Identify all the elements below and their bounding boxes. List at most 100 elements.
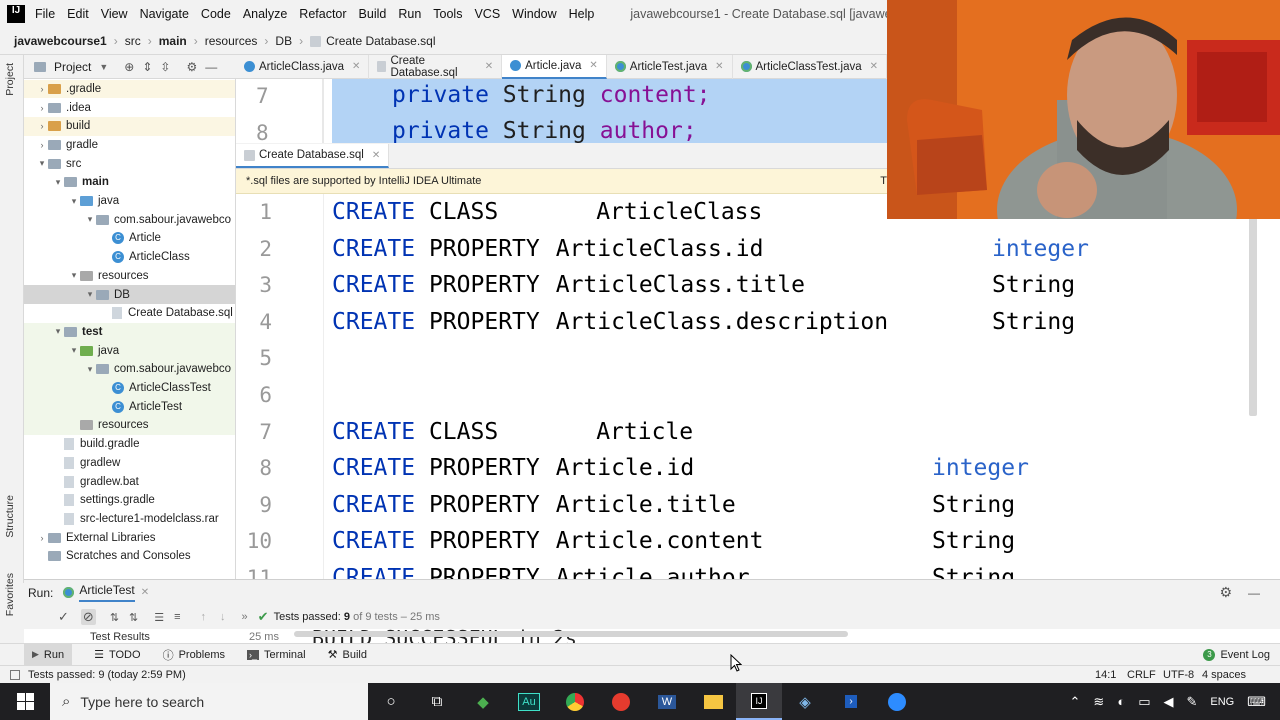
chevron-down-icon[interactable]: ▾	[84, 364, 96, 375]
project-tree-item[interactable]: ▾ com.sabour.javawebco	[24, 210, 235, 229]
chevron-right-icon[interactable]: ›	[36, 140, 48, 150]
expand-all-icon[interactable]: ⇕	[142, 60, 152, 74]
project-tree-item[interactable]: ▾ test	[24, 322, 235, 342]
zoom-icon[interactable]	[874, 683, 920, 720]
caret-position[interactable]: 14:1	[1095, 669, 1116, 681]
project-tree-item[interactable]: ▾ resources	[24, 267, 235, 286]
project-tree-item[interactable]: C ArticleTest	[24, 397, 235, 417]
project-tree-item[interactable]: ▾ java	[24, 192, 235, 211]
project-tree-item[interactable]: › .gradle	[24, 79, 235, 99]
close-icon[interactable]: ✕	[589, 60, 597, 71]
menu-window[interactable]: Window	[512, 7, 556, 21]
chevron-right-icon[interactable]: ›	[36, 84, 48, 94]
chevron-down-icon[interactable]: ▾	[52, 177, 64, 188]
sort-duration-icon[interactable]: ⇅	[129, 611, 138, 624]
windows-start-icon[interactable]	[17, 693, 34, 710]
project-view-dropdown[interactable]: Project	[54, 60, 91, 74]
expand-all-icon[interactable]: ☰	[154, 611, 164, 624]
chevron-down-icon[interactable]: ▾	[68, 196, 80, 207]
status-icon[interactable]	[10, 669, 20, 680]
line-separator[interactable]: CRLF	[1127, 669, 1156, 681]
editor-tab[interactable]: ArticleClass.java ✕	[236, 54, 370, 79]
network-icon[interactable]: ≋	[1093, 694, 1104, 710]
project-tree-item[interactable]: ▾ src	[24, 154, 235, 173]
project-tree-item[interactable]: gradlew	[24, 454, 235, 473]
menu-refactor[interactable]: Refactor	[299, 7, 346, 21]
tool-tab-todo[interactable]: ☰ TODO	[94, 648, 140, 662]
chrome-icon[interactable]	[552, 683, 598, 720]
tool-tab-problems[interactable]: ⓘ Problems	[163, 647, 225, 663]
console-scrollbar[interactable]	[294, 631, 848, 637]
keyboard-icon[interactable]: ⌨	[1247, 694, 1266, 710]
editor-scrollbar[interactable]	[1249, 194, 1257, 416]
cortana-icon[interactable]: ○	[368, 683, 414, 720]
test-results-node[interactable]: Test Results	[90, 631, 150, 643]
meet-icon[interactable]: ◐	[1117, 694, 1125, 709]
editor-tab[interactable]: Article.java ✕	[502, 54, 607, 79]
close-icon[interactable]: ✕	[485, 61, 493, 72]
menu-navigate[interactable]: Navigate	[140, 7, 189, 21]
close-icon[interactable]: ✕	[372, 150, 380, 161]
structure-tool-tab[interactable]: Structure	[4, 495, 16, 538]
stop-icon[interactable]: ⊘	[80, 609, 96, 625]
project-tree-item[interactable]: › .idea	[24, 98, 235, 117]
locate-icon[interactable]: ⊕	[124, 60, 134, 74]
project-tree-item[interactable]: Create Database.sql	[24, 304, 235, 323]
pen-icon[interactable]: ✎	[1186, 694, 1197, 710]
menu-file[interactable]: File	[35, 7, 55, 21]
file-encoding[interactable]: UTF-8	[1163, 669, 1194, 681]
chevron-right-icon[interactable]: ›	[36, 103, 48, 113]
tool-tab-run[interactable]: ▶ Run	[24, 643, 73, 666]
gear-icon[interactable]: ⚙	[186, 60, 197, 74]
project-tree-item[interactable]: ▾ DB	[24, 285, 235, 304]
tool-tab-build[interactable]: ⚒ Build	[328, 648, 367, 662]
arrow-up-icon[interactable]: ↑	[201, 611, 207, 623]
file-explorer-icon[interactable]	[690, 683, 736, 720]
menu-help[interactable]: Help	[569, 7, 595, 21]
minimize-icon[interactable]: —	[1248, 586, 1260, 600]
menu-tools[interactable]: Tools	[433, 7, 462, 21]
arrow-down-icon[interactable]: ↓	[220, 611, 226, 623]
language-indicator[interactable]: ENG	[1210, 696, 1234, 708]
project-tree-item[interactable]: resources	[24, 416, 235, 435]
sql-editor[interactable]: 1 2 3 4 5 6 7 8 9 10 11 CREATE CLASS ArticleClass CR…	[236, 194, 1260, 579]
audition-icon[interactable]: Au	[506, 683, 552, 720]
chevron-right-icon[interactable]: ›	[36, 533, 48, 543]
battery-icon[interactable]: ▭	[1138, 694, 1150, 710]
menu-build[interactable]: Build	[359, 7, 387, 21]
editor-tab[interactable]: Create Database.sql ✕	[369, 54, 503, 79]
chevron-down-icon[interactable]: ▾	[68, 345, 80, 356]
project-tree-item[interactable]: ▾ java	[24, 341, 235, 360]
task-view-icon[interactable]: ⧉	[414, 683, 460, 720]
tool-tab-terminal[interactable]: ›_ Terminal	[247, 649, 306, 661]
chevron-down-icon[interactable]: ▾	[52, 326, 64, 337]
more-icon[interactable]: »	[242, 611, 248, 623]
project-tree-item[interactable]: › gradle	[24, 136, 235, 155]
status-message[interactable]: Tests passed: 9 (today 2:59 PM)	[28, 669, 186, 681]
chevron-up-icon[interactable]: ⌃	[1070, 694, 1081, 710]
collapse-all-icon[interactable]: ⇳	[160, 60, 170, 74]
menu-run[interactable]: Run	[398, 7, 421, 21]
editor-tab[interactable]: ArticleTest.java ✕	[607, 54, 733, 79]
project-tree-item[interactable]: C Article	[24, 229, 235, 248]
breadcrumb-resources[interactable]: resources	[205, 34, 258, 48]
chevron-down-icon[interactable]: ▾	[36, 158, 48, 169]
project-tree-item[interactable]: C ArticleClassTest	[24, 378, 235, 398]
intellij-taskbar-icon[interactable]: IJ	[736, 683, 782, 720]
menu-analyze[interactable]: Analyze	[243, 7, 287, 21]
banner-link[interactable]: T	[880, 175, 887, 187]
sort-alpha-icon[interactable]: ⇅	[110, 611, 119, 624]
chevron-down-icon[interactable]: ▾	[84, 214, 96, 225]
collapse-all-icon[interactable]: ≡	[174, 611, 180, 623]
powershell-icon[interactable]: ›	[828, 683, 874, 720]
run-config-tab[interactable]: ArticleTest	[79, 583, 135, 602]
breadcrumb-db[interactable]: DB	[275, 34, 292, 48]
gear-icon[interactable]: ⚙	[1219, 584, 1232, 601]
project-tool-tab[interactable]: Project	[4, 63, 16, 96]
indent-setting[interactable]: 4 spaces	[1202, 669, 1246, 681]
menu-edit[interactable]: Edit	[67, 7, 89, 21]
favorites-tool-tab[interactable]: Favorites	[4, 573, 16, 616]
volume-icon[interactable]: ◀	[1163, 694, 1173, 710]
editor-tab[interactable]: ArticleClassTest.java ✕	[733, 54, 887, 79]
close-icon[interactable]: ✕	[870, 61, 878, 72]
